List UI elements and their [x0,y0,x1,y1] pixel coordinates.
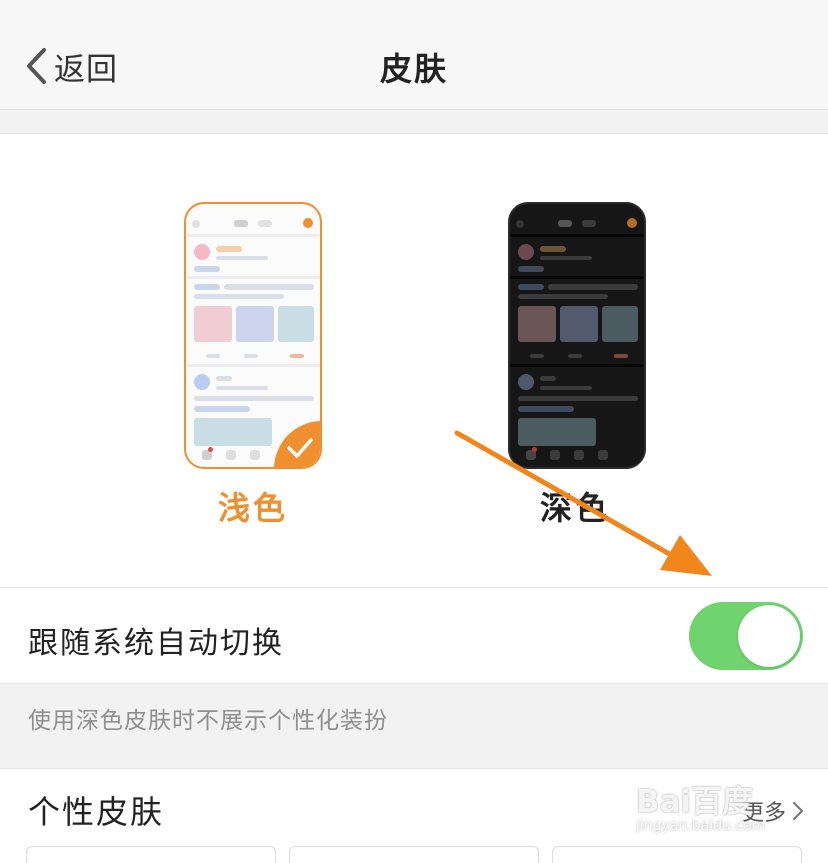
toggle-knob [738,605,800,667]
follow-system-toggle[interactable] [689,602,803,670]
more-label: 更多 [741,801,786,826]
dark-skin-preview[interactable] [508,202,646,469]
light-skin-label[interactable]: 浅色 [173,483,333,529]
personal-skins-section: 个性皮肤 更多 [0,768,828,863]
dark-skin-note: 使用深色皮肤时不展示个性化装扮 [28,708,388,734]
more-button[interactable]: 更多 [742,795,804,827]
follow-system-row: 跟随系统自动切换 [0,588,828,684]
light-skin-preview[interactable] [184,202,322,469]
dark-skin-label[interactable]: 深色 [495,483,655,529]
page-title: 皮肤 [379,50,448,88]
nav-bar: 返回 皮肤 [0,0,828,110]
selected-check-badge [274,421,320,467]
skin-panel: 浅色 深色 [0,133,828,588]
chevron-right-icon [792,801,804,821]
skin-thumbnail[interactable] [552,846,802,863]
skin-thumbnail[interactable] [26,846,276,863]
checkmark-icon [287,438,313,458]
skin-thumbnail[interactable] [289,846,539,863]
personal-skins-title: 个性皮肤 [28,793,165,831]
follow-system-label: 跟随系统自动切换 [28,626,284,661]
